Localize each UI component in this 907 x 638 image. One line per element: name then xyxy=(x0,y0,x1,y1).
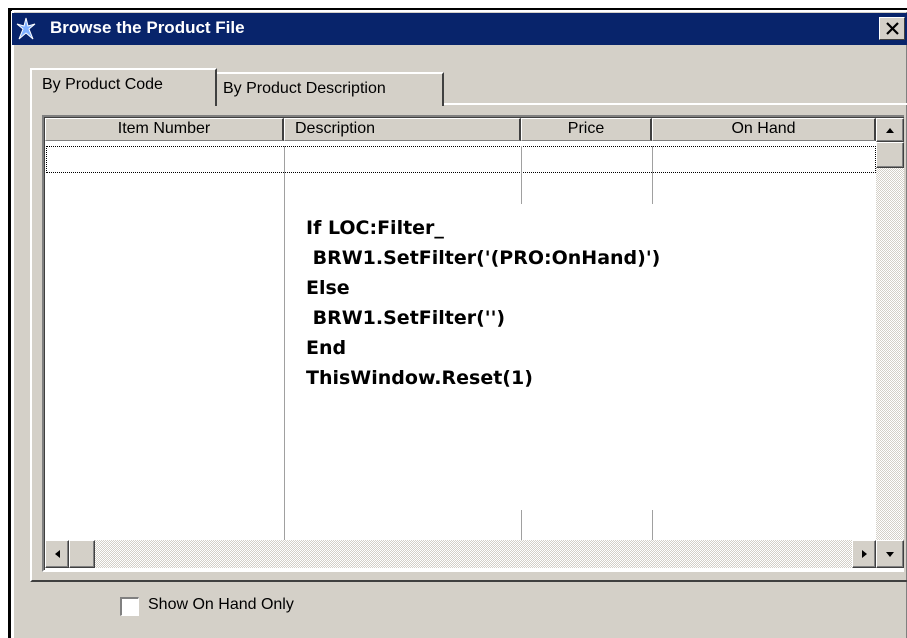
code-line: Else xyxy=(306,277,350,299)
tab-by-product-code[interactable]: By Product Code xyxy=(30,68,217,106)
code-line: If LOC:Filter_ xyxy=(306,217,444,239)
arrow-left-icon xyxy=(55,550,60,558)
horizontal-scroll-thumb[interactable] xyxy=(69,540,95,568)
arrow-up-icon xyxy=(886,128,894,133)
close-button[interactable] xyxy=(879,17,905,40)
scroll-left-button[interactable] xyxy=(45,540,69,568)
filter-code-overlay: If LOC:Filter_ BRW1.SetFilter('(PRO:OnHa… xyxy=(306,213,661,393)
scroll-down-button[interactable] xyxy=(876,540,904,568)
tab-label: By Product Code xyxy=(42,76,163,93)
code-line: BRW1.SetFilter('') xyxy=(306,307,506,329)
code-line: End xyxy=(306,337,347,359)
code-line: ThisWindow.Reset(1) xyxy=(306,367,533,389)
tab-by-product-description[interactable]: By Product Description xyxy=(217,72,444,106)
arrow-right-icon xyxy=(862,550,867,558)
selected-row[interactable] xyxy=(46,146,876,173)
vertical-scroll-thumb[interactable] xyxy=(876,142,904,168)
window-title: Browse the Product File xyxy=(50,18,245,37)
vertical-scrollbar[interactable] xyxy=(876,118,904,540)
column-divider xyxy=(521,146,522,204)
column-header-on-hand[interactable]: On Hand xyxy=(652,118,876,141)
show-on-hand-only-label[interactable]: Show On Hand Only xyxy=(148,596,294,614)
arrow-down-icon xyxy=(886,552,894,557)
column-header-description[interactable]: Description xyxy=(284,118,521,141)
close-icon xyxy=(886,22,899,35)
scroll-up-button[interactable] xyxy=(876,118,904,142)
column-divider xyxy=(652,146,653,204)
title-bar[interactable]: Browse the Product File xyxy=(12,13,907,45)
scroll-right-button[interactable] xyxy=(852,540,876,568)
app-icon xyxy=(14,17,38,41)
tab-label: By Product Description xyxy=(223,80,386,97)
show-on-hand-only-checkbox[interactable] xyxy=(120,597,139,616)
column-header-price[interactable]: Price xyxy=(521,118,652,141)
column-divider xyxy=(521,510,522,540)
code-line: BRW1.SetFilter('(PRO:OnHand)') xyxy=(306,247,661,269)
column-divider xyxy=(284,146,285,540)
column-divider xyxy=(652,510,653,540)
column-header-item-number[interactable]: Item Number xyxy=(45,118,284,141)
horizontal-scrollbar[interactable] xyxy=(45,540,877,568)
